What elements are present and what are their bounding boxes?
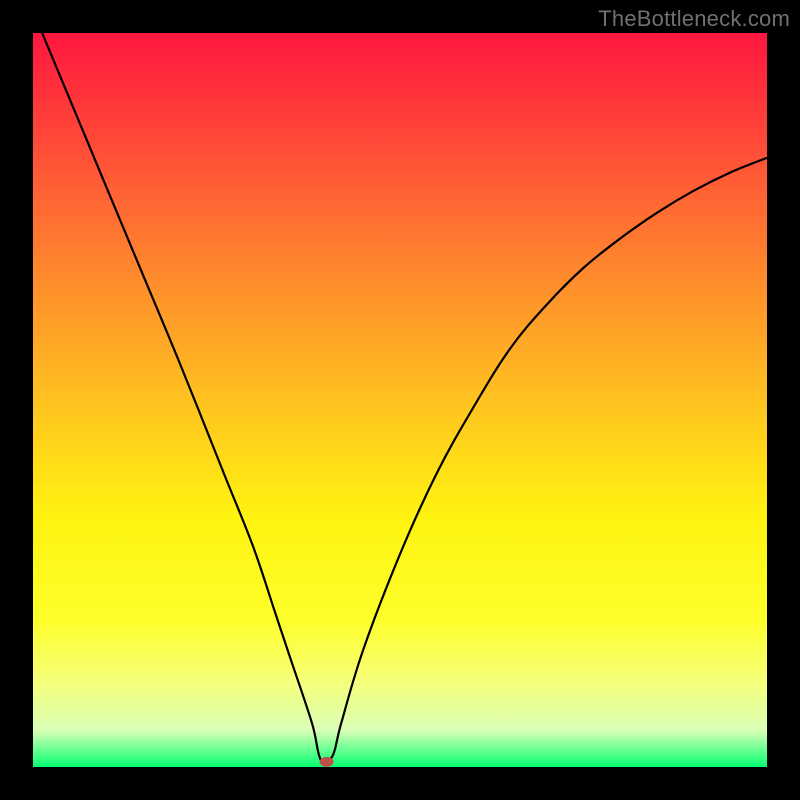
plot-area bbox=[33, 33, 767, 767]
curve-svg bbox=[33, 33, 767, 767]
bottleneck-curve bbox=[33, 33, 767, 763]
watermark-text: TheBottleneck.com bbox=[598, 6, 790, 32]
chart-frame: TheBottleneck.com bbox=[0, 0, 800, 800]
optimum-marker bbox=[320, 757, 334, 767]
